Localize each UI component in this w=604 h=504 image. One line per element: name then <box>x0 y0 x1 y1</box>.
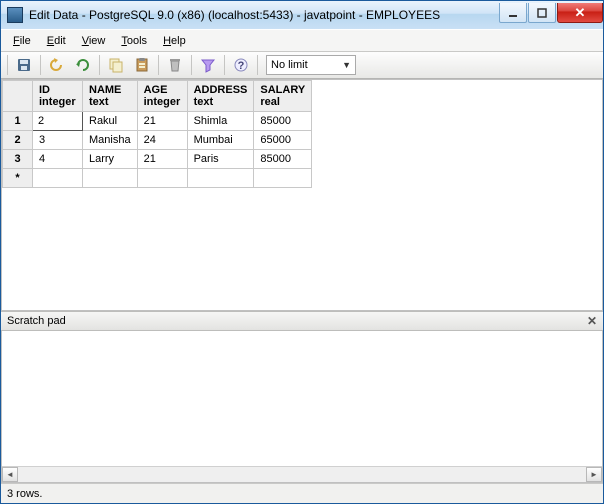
separator <box>40 55 41 75</box>
cell[interactable] <box>254 169 312 188</box>
status-text: 3 rows. <box>7 488 42 500</box>
cell[interactable] <box>137 169 187 188</box>
undo-icon[interactable] <box>45 54 69 76</box>
cell[interactable]: 21 <box>137 150 187 169</box>
scroll-right-icon[interactable]: ► <box>586 467 602 482</box>
filter-icon[interactable] <box>196 54 220 76</box>
separator <box>191 55 192 75</box>
col-header-id[interactable]: IDinteger <box>33 81 83 112</box>
separator <box>158 55 159 75</box>
cell[interactable]: 85000 <box>254 150 312 169</box>
toolbar: ? No limit ▼ <box>1 51 603 79</box>
close-icon[interactable]: ✕ <box>587 314 597 328</box>
window-title: Edit Data - PostgreSQL 9.0 (x86) (localh… <box>29 8 498 22</box>
minimize-button[interactable] <box>499 3 527 23</box>
paste-icon[interactable] <box>130 54 154 76</box>
cell[interactable]: 24 <box>137 131 187 150</box>
cell[interactable]: 2 <box>33 112 83 131</box>
corner-cell[interactable] <box>3 81 33 112</box>
content-area: IDinteger NAMEtext AGEinteger ADDRESStex… <box>1 79 603 483</box>
status-bar: 3 rows. <box>1 483 603 503</box>
limit-dropdown[interactable]: No limit ▼ <box>266 55 356 75</box>
maximize-button[interactable] <box>528 3 556 23</box>
limit-value: No limit <box>271 59 308 71</box>
table-row[interactable]: 1 2 Rakul 21 Shimla 85000 <box>3 112 312 131</box>
separator <box>7 55 8 75</box>
cell[interactable]: Manisha <box>83 131 138 150</box>
data-grid[interactable]: IDinteger NAMEtext AGEinteger ADDRESStex… <box>1 79 603 311</box>
help-icon[interactable]: ? <box>229 54 253 76</box>
scratch-pad-area[interactable]: ◄ ► <box>1 331 603 483</box>
cell[interactable]: 85000 <box>254 112 312 131</box>
app-window: Edit Data - PostgreSQL 9.0 (x86) (localh… <box>0 0 604 504</box>
cell[interactable]: Paris <box>187 150 254 169</box>
copy-icon[interactable] <box>104 54 128 76</box>
col-header-name[interactable]: NAMEtext <box>83 81 138 112</box>
menubar: File Edit View Tools Help <box>1 29 603 51</box>
cell[interactable]: Mumbai <box>187 131 254 150</box>
svg-text:?: ? <box>238 60 245 72</box>
cell[interactable] <box>33 169 83 188</box>
chevron-down-icon: ▼ <box>342 60 351 70</box>
cell[interactable]: 3 <box>33 131 83 150</box>
separator <box>224 55 225 75</box>
scratch-pad-header[interactable]: Scratch pad ✕ <box>1 311 603 331</box>
separator <box>257 55 258 75</box>
menu-help[interactable]: Help <box>155 33 194 49</box>
cell[interactable]: Larry <box>83 150 138 169</box>
row-number[interactable]: 2 <box>3 131 33 150</box>
cell[interactable] <box>187 169 254 188</box>
scratch-pad-label: Scratch pad <box>7 315 66 327</box>
cell[interactable]: 21 <box>137 112 187 131</box>
window-controls: ✕ <box>498 3 603 23</box>
titlebar[interactable]: Edit Data - PostgreSQL 9.0 (x86) (localh… <box>1 1 603 29</box>
close-button[interactable]: ✕ <box>557 3 603 23</box>
horizontal-scrollbar[interactable]: ◄ ► <box>2 466 602 482</box>
cell[interactable] <box>83 169 138 188</box>
cell[interactable]: Rakul <box>83 112 138 131</box>
cell[interactable]: 4 <box>33 150 83 169</box>
table-row[interactable]: 3 4 Larry 21 Paris 85000 <box>3 150 312 169</box>
col-header-age[interactable]: AGEinteger <box>137 81 187 112</box>
cell[interactable]: 65000 <box>254 131 312 150</box>
menu-file[interactable]: File <box>5 33 39 49</box>
separator <box>99 55 100 75</box>
app-icon <box>7 7 23 23</box>
scroll-track[interactable] <box>18 467 586 482</box>
scroll-left-icon[interactable]: ◄ <box>2 467 18 482</box>
save-icon[interactable] <box>12 54 36 76</box>
delete-icon[interactable] <box>163 54 187 76</box>
refresh-icon[interactable] <box>71 54 95 76</box>
menu-edit[interactable]: Edit <box>39 33 74 49</box>
table-row[interactable]: 2 3 Manisha 24 Mumbai 65000 <box>3 131 312 150</box>
table-row-new[interactable]: * <box>3 169 312 188</box>
row-number[interactable]: 3 <box>3 150 33 169</box>
col-header-salary[interactable]: SALARYreal <box>254 81 312 112</box>
col-header-address[interactable]: ADDRESStext <box>187 81 254 112</box>
menu-tools[interactable]: Tools <box>113 33 155 49</box>
header-row: IDinteger NAMEtext AGEinteger ADDRESStex… <box>3 81 312 112</box>
menu-view[interactable]: View <box>74 33 114 49</box>
row-number[interactable]: * <box>3 169 33 188</box>
row-number[interactable]: 1 <box>3 112 33 131</box>
cell[interactable]: Shimla <box>187 112 254 131</box>
